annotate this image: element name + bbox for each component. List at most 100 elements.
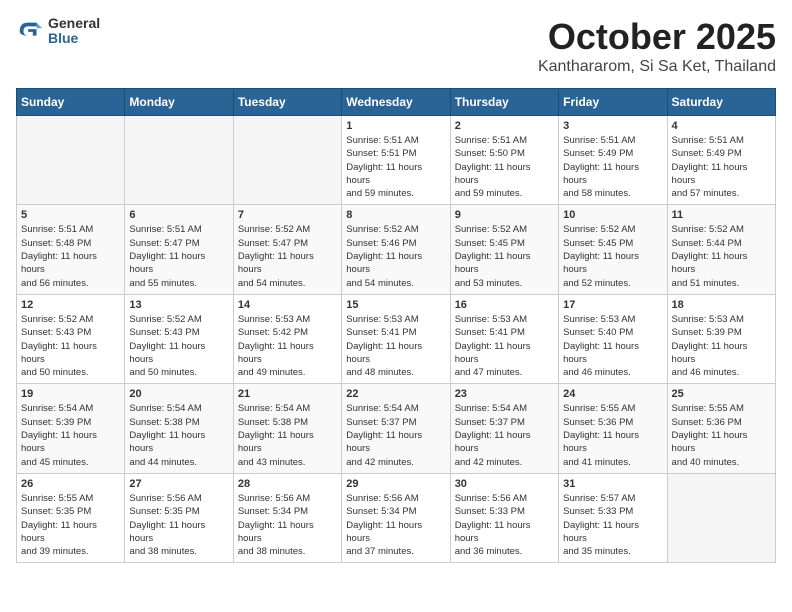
cell-info-line: Sunset: 5:44 PM (672, 237, 771, 250)
calendar-cell: 30Sunrise: 5:56 AMSunset: 5:33 PMDayligh… (450, 473, 558, 562)
cell-info-line: Sunset: 5:39 PM (672, 326, 771, 339)
calendar-cell: 24Sunrise: 5:55 AMSunset: 5:36 PMDayligh… (559, 384, 667, 473)
calendar-cell: 19Sunrise: 5:54 AMSunset: 5:39 PMDayligh… (17, 384, 125, 473)
cell-info-line: Sunrise: 5:52 AM (672, 223, 771, 236)
cell-info-line: Daylight: 11 hours hours (455, 250, 554, 277)
cell-info-line: and 42 minutes. (455, 456, 554, 469)
cell-info-line: and 36 minutes. (455, 545, 554, 558)
cell-info-line: Sunrise: 5:53 AM (672, 313, 771, 326)
calendar-cell: 27Sunrise: 5:56 AMSunset: 5:35 PMDayligh… (125, 473, 233, 562)
day-number: 14 (238, 299, 337, 311)
day-number: 26 (21, 478, 120, 490)
cell-info-line: and 54 minutes. (346, 277, 445, 290)
day-number: 2 (455, 120, 554, 132)
cell-info-line: Daylight: 11 hours hours (21, 519, 120, 546)
cell-info-line: Sunrise: 5:53 AM (238, 313, 337, 326)
calendar-cell: 28Sunrise: 5:56 AMSunset: 5:34 PMDayligh… (233, 473, 341, 562)
cell-info-line: and 53 minutes. (455, 277, 554, 290)
calendar-week-row: 26Sunrise: 5:55 AMSunset: 5:35 PMDayligh… (17, 473, 776, 562)
cell-info-line: and 43 minutes. (238, 456, 337, 469)
cell-info-line: Sunrise: 5:57 AM (563, 492, 662, 505)
cell-info-line: Sunrise: 5:55 AM (21, 492, 120, 505)
calendar-cell: 8Sunrise: 5:52 AMSunset: 5:46 PMDaylight… (342, 205, 450, 294)
cell-info-line: Daylight: 11 hours hours (672, 340, 771, 367)
calendar-cell: 2Sunrise: 5:51 AMSunset: 5:50 PMDaylight… (450, 116, 558, 205)
day-number: 30 (455, 478, 554, 490)
cell-info-line: and 38 minutes. (129, 545, 228, 558)
cell-info-line: Daylight: 11 hours hours (346, 429, 445, 456)
cell-info-line: and 59 minutes. (455, 187, 554, 200)
day-number: 15 (346, 299, 445, 311)
calendar-cell: 22Sunrise: 5:54 AMSunset: 5:37 PMDayligh… (342, 384, 450, 473)
cell-info-line: and 54 minutes. (238, 277, 337, 290)
cell-info-line: Daylight: 11 hours hours (129, 519, 228, 546)
cell-info-line: Daylight: 11 hours hours (129, 340, 228, 367)
cell-info-line: Sunset: 5:41 PM (455, 326, 554, 339)
cell-info-line: Sunset: 5:45 PM (455, 237, 554, 250)
cell-info-line: Sunrise: 5:51 AM (129, 223, 228, 236)
weekday-header-sunday: Sunday (17, 89, 125, 116)
calendar-cell: 3Sunrise: 5:51 AMSunset: 5:49 PMDaylight… (559, 116, 667, 205)
calendar-cell: 10Sunrise: 5:52 AMSunset: 5:45 PMDayligh… (559, 205, 667, 294)
day-number: 9 (455, 209, 554, 221)
cell-info-line: and 59 minutes. (346, 187, 445, 200)
day-number: 10 (563, 209, 662, 221)
calendar-cell: 11Sunrise: 5:52 AMSunset: 5:44 PMDayligh… (667, 205, 775, 294)
cell-info-line: Sunrise: 5:54 AM (346, 402, 445, 415)
cell-info-line: and 42 minutes. (346, 456, 445, 469)
cell-info-line: and 38 minutes. (238, 545, 337, 558)
day-number: 21 (238, 388, 337, 400)
cell-info-line: Daylight: 11 hours hours (346, 340, 445, 367)
calendar-cell: 26Sunrise: 5:55 AMSunset: 5:35 PMDayligh… (17, 473, 125, 562)
cell-info-line: Sunset: 5:50 PM (455, 147, 554, 160)
calendar-cell (233, 116, 341, 205)
day-number: 24 (563, 388, 662, 400)
day-number: 11 (672, 209, 771, 221)
weekday-header-monday: Monday (125, 89, 233, 116)
calendar-cell (17, 116, 125, 205)
cell-info-line: Daylight: 11 hours hours (238, 519, 337, 546)
weekday-header-wednesday: Wednesday (342, 89, 450, 116)
calendar-cell: 9Sunrise: 5:52 AMSunset: 5:45 PMDaylight… (450, 205, 558, 294)
cell-info-line: Sunset: 5:47 PM (238, 237, 337, 250)
day-number: 13 (129, 299, 228, 311)
cell-info-line: Sunrise: 5:52 AM (238, 223, 337, 236)
calendar-cell: 17Sunrise: 5:53 AMSunset: 5:40 PMDayligh… (559, 294, 667, 383)
cell-info-line: Daylight: 11 hours hours (455, 519, 554, 546)
cell-info-line: Sunset: 5:49 PM (672, 147, 771, 160)
calendar-cell: 25Sunrise: 5:55 AMSunset: 5:36 PMDayligh… (667, 384, 775, 473)
cell-info-line: and 56 minutes. (21, 277, 120, 290)
cell-info-line: Sunrise: 5:52 AM (346, 223, 445, 236)
calendar-cell: 4Sunrise: 5:51 AMSunset: 5:49 PMDaylight… (667, 116, 775, 205)
cell-info-line: Sunrise: 5:54 AM (455, 402, 554, 415)
cell-info-line: Sunset: 5:45 PM (563, 237, 662, 250)
cell-info-line: and 47 minutes. (455, 366, 554, 379)
cell-info-line: and 44 minutes. (129, 456, 228, 469)
weekday-header-saturday: Saturday (667, 89, 775, 116)
calendar-cell: 5Sunrise: 5:51 AMSunset: 5:48 PMDaylight… (17, 205, 125, 294)
day-number: 27 (129, 478, 228, 490)
cell-info-line: Sunset: 5:46 PM (346, 237, 445, 250)
cell-info-line: Daylight: 11 hours hours (21, 340, 120, 367)
weekday-header-friday: Friday (559, 89, 667, 116)
calendar-cell: 16Sunrise: 5:53 AMSunset: 5:41 PMDayligh… (450, 294, 558, 383)
cell-info-line: and 45 minutes. (21, 456, 120, 469)
cell-info-line: Sunrise: 5:54 AM (238, 402, 337, 415)
calendar-week-row: 5Sunrise: 5:51 AMSunset: 5:48 PMDaylight… (17, 205, 776, 294)
cell-info-line: Daylight: 11 hours hours (672, 429, 771, 456)
cell-info-line: Daylight: 11 hours hours (455, 161, 554, 188)
cell-info-line: Sunset: 5:35 PM (129, 505, 228, 518)
day-number: 5 (21, 209, 120, 221)
cell-info-line: Daylight: 11 hours hours (346, 161, 445, 188)
calendar-week-row: 12Sunrise: 5:52 AMSunset: 5:43 PMDayligh… (17, 294, 776, 383)
day-number: 3 (563, 120, 662, 132)
cell-info-line: and 50 minutes. (21, 366, 120, 379)
cell-info-line: Sunrise: 5:51 AM (21, 223, 120, 236)
day-number: 8 (346, 209, 445, 221)
cell-info-line: Sunset: 5:38 PM (238, 416, 337, 429)
cell-info-line: and 50 minutes. (129, 366, 228, 379)
logo-icon (16, 17, 44, 45)
calendar-cell (667, 473, 775, 562)
cell-info-line: Daylight: 11 hours hours (21, 429, 120, 456)
calendar-cell: 21Sunrise: 5:54 AMSunset: 5:38 PMDayligh… (233, 384, 341, 473)
